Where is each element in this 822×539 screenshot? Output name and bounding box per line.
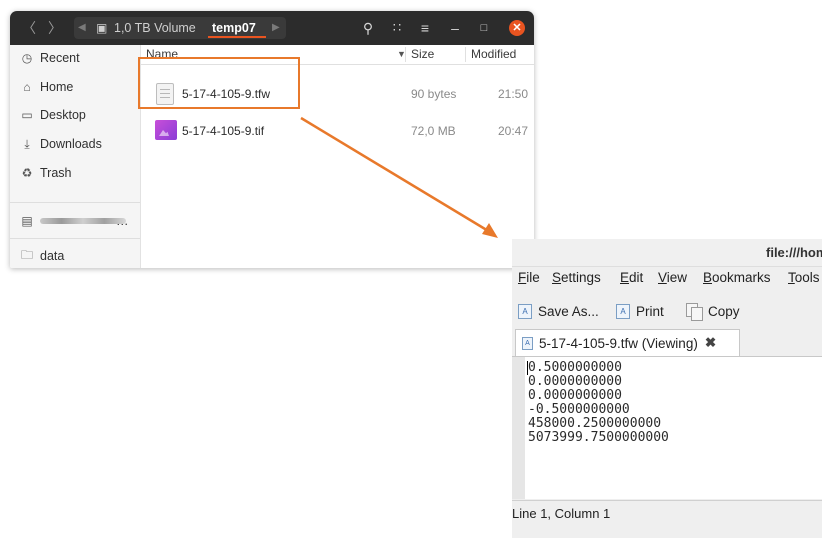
sidebar-item-recent[interactable]: ◷ Recent: [10, 45, 140, 71]
home-icon: ⌂: [23, 80, 31, 94]
save-as-button[interactable]: A Save As...: [518, 297, 599, 325]
status-bar: Line 1, Column 1: [512, 500, 822, 539]
file-manager-window: 〈 〉 ◀ ▣ 1,0 TB Volume temp07 ▶ ⚲ ∷ ≡ – □…: [10, 11, 534, 268]
menu-settings[interactable]: Settings: [552, 267, 601, 289]
text-line: 5073999.7500000000: [528, 430, 669, 445]
sidebar-separator: [10, 238, 140, 239]
menu-tools[interactable]: Tools: [788, 267, 820, 289]
breadcrumb-volume[interactable]: 1,0 TB Volume: [114, 17, 196, 39]
file-modified: 20:47: [497, 124, 528, 138]
copy-icon: [686, 303, 703, 321]
menu-icon[interactable]: ≡: [415, 11, 435, 45]
menu-file[interactable]: File: [518, 267, 540, 289]
text-line: 0.5000000000: [528, 360, 622, 375]
menu-bookmarks[interactable]: Bookmarks: [703, 267, 771, 289]
sidebar-item-label: Desktop: [40, 108, 86, 122]
sidebar: ◷ Recent ⌂ Home ▭ Desktop ⤓ Downloads ♻ …: [10, 45, 141, 268]
image-file-icon: [155, 120, 177, 140]
file-size: 90 bytes: [411, 87, 457, 101]
sidebar-item-label: Recent: [40, 51, 80, 65]
column-separator: [465, 47, 466, 62]
back-icon[interactable]: 〈: [22, 11, 36, 45]
close-icon[interactable]: ✕: [509, 20, 525, 36]
crumb-left-arrow-icon[interactable]: ◀: [78, 17, 86, 39]
save-as-icon: A: [518, 303, 532, 319]
forward-icon[interactable]: 〉: [48, 11, 62, 45]
trash-icon: ♻: [21, 166, 33, 180]
sidebar-item-data[interactable]: 🗀 data: [10, 243, 140, 268]
sidebar-item-label: Downloads: [40, 137, 102, 151]
sidebar-item-home[interactable]: ⌂ Home: [10, 74, 140, 100]
editor-title: file:///hom: [766, 245, 822, 260]
search-icon[interactable]: ⚲: [358, 11, 378, 45]
minimize-icon[interactable]: –: [445, 11, 465, 45]
file-modified: 21:50: [497, 87, 528, 101]
sidebar-item-label: Home: [40, 80, 74, 94]
cursor-position: Line 1, Column 1: [512, 506, 611, 521]
print-icon: A: [616, 303, 630, 319]
tab-document[interactable]: A 5-17-4-105-9.tfw (Viewing) ✖: [515, 329, 740, 356]
menu-bar: File Settings Edit View Bookmarks Tools: [512, 267, 822, 289]
current-folder-underline: [208, 36, 266, 38]
breadcrumb: ◀ ▣ 1,0 TB Volume temp07 ▶: [74, 17, 286, 39]
text-line: 0.0000000000: [528, 388, 622, 403]
print-button[interactable]: A Print: [616, 297, 664, 325]
folder-icon: 🗀: [20, 247, 33, 262]
highlight-box: [138, 57, 300, 109]
print-label: Print: [636, 303, 664, 319]
maximize-icon[interactable]: □: [474, 11, 494, 45]
blurred-drive-name: [40, 218, 126, 224]
header-bar: 〈 〉 ◀ ▣ 1,0 TB Volume temp07 ▶ ⚲ ∷ ≡ – □…: [10, 11, 534, 45]
file-name: 5-17-4-105-9.tif: [182, 124, 265, 138]
file-size: 72,0 MB: [411, 124, 456, 138]
column-header-modified[interactable]: Modified: [471, 45, 516, 63]
text-area[interactable]: 0.5000000000 0.0000000000 0.0000000000 -…: [525, 357, 822, 499]
tab-bar: A 5-17-4-105-9.tfw (Viewing) ✖: [512, 329, 822, 357]
sidebar-item-downloads[interactable]: ⤓ Downloads: [10, 131, 140, 157]
copy-button[interactable]: Copy: [686, 297, 740, 325]
menu-view[interactable]: View: [658, 267, 687, 289]
crumb-right-arrow-icon[interactable]: ▶: [272, 17, 280, 39]
text-line: -0.5000000000: [528, 402, 630, 417]
toolbar: A Save As... A Print Copy: [512, 297, 822, 325]
sidebar-item-label: Trash: [40, 166, 72, 180]
copy-label: Copy: [708, 303, 740, 319]
clock-icon: ◷: [21, 51, 33, 65]
tab-label: 5-17-4-105-9.tfw (Viewing): [539, 335, 698, 351]
file-row[interactable]: 5-17-4-105-9.tif 72,0 MB 20:47: [141, 114, 534, 148]
tab-close-icon[interactable]: ✖: [705, 335, 716, 351]
save-as-label: Save As...: [538, 303, 599, 319]
text-editor-window: file:///hom File Settings Edit View Book…: [512, 239, 822, 538]
sidebar-separator: [10, 202, 140, 203]
editor-titlebar: file:///hom: [512, 239, 822, 267]
text-line: 0.0000000000: [528, 374, 622, 389]
grid-view-icon[interactable]: ∷: [387, 11, 407, 45]
sidebar-item-desktop[interactable]: ▭ Desktop: [10, 102, 140, 128]
column-header-size[interactable]: Size: [411, 45, 434, 63]
menu-edit[interactable]: Edit: [620, 267, 643, 289]
drive-icon: ▣: [96, 21, 108, 35]
text-line: 458000.2500000000: [528, 416, 662, 431]
sidebar-item-label: data: [40, 249, 65, 263]
sidebar-item-trash[interactable]: ♻ Trash: [10, 160, 140, 186]
download-icon: ⤓: [24, 136, 30, 151]
desktop-icon: ▭: [21, 108, 33, 122]
editor-gutter: [512, 357, 525, 499]
network-drive-icon: ▤: [21, 214, 33, 228]
column-separator: [405, 47, 406, 62]
document-icon: A: [522, 336, 533, 350]
